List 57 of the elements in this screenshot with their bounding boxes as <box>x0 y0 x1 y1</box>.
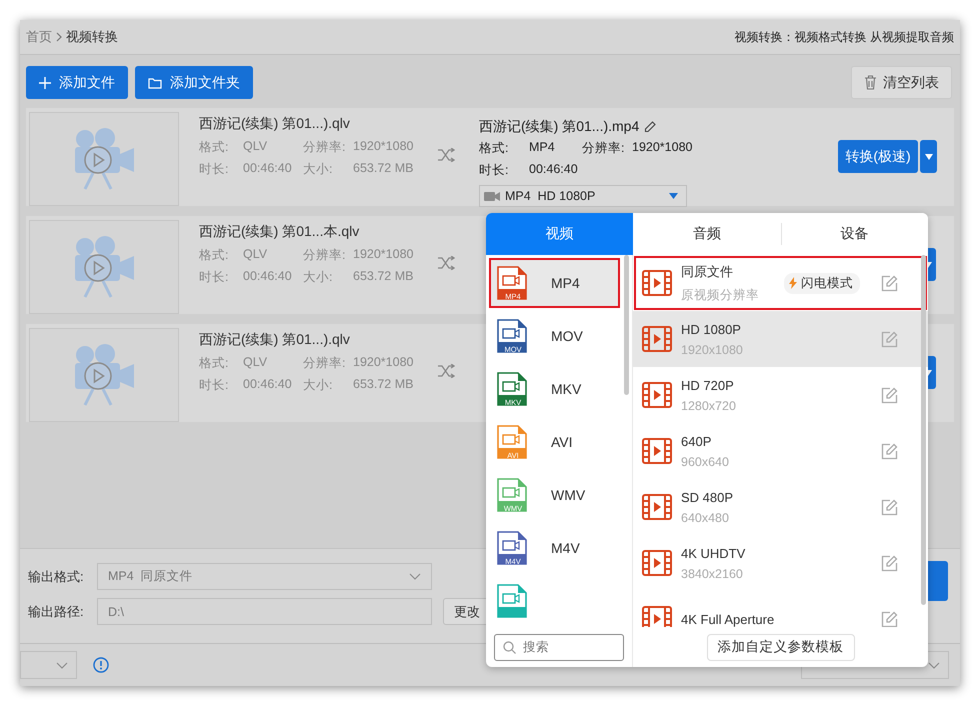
header-hint: 视频转换：视频格式转换 从视频提取音频 <box>734 28 954 46</box>
info-value: 00:46:40 <box>243 161 293 177</box>
preset-name: 同原文件 <box>681 262 734 280</box>
info-label: 时长: <box>479 162 510 179</box>
info-value: MP4 <box>529 140 556 156</box>
format-name: AVI <box>551 434 573 450</box>
info-value: 1920*1080 <box>353 355 414 371</box>
format-name: MP4 <box>551 275 580 291</box>
info-value: 1920*1080 <box>353 247 414 263</box>
info-value: QLV <box>243 247 268 263</box>
format-name: WMV <box>551 487 586 503</box>
info-value: 00:46:40 <box>243 377 293 393</box>
info-label: 分辨率: <box>303 139 346 156</box>
file-name: 西游记(续集) 第01...).qlv <box>199 115 351 133</box>
output-format-label: 输出格式: <box>28 568 85 586</box>
info-label: 格式: <box>199 247 230 264</box>
info-label: 时长: <box>199 269 230 286</box>
info-value: 00:46:40 <box>529 162 579 178</box>
info-label: 格式: <box>199 139 230 156</box>
output-path-label: 输出路径: <box>28 602 85 620</box>
info-label: 时长: <box>199 161 230 178</box>
file-name: 西游记(续集) 第01...本.qlv <box>199 223 360 241</box>
info-value: 653.72 MB <box>353 377 414 393</box>
preset-name: HD 720P <box>681 378 735 392</box>
preset-resolution: 1280x720 <box>681 398 737 412</box>
format-name: MKV <box>551 381 582 397</box>
info-label: 格式: <box>479 140 510 157</box>
info-value: 653.72 MB <box>353 161 414 177</box>
format-name: MOV <box>551 328 583 344</box>
info-label: 大小: <box>303 161 334 178</box>
info-label: 时长: <box>199 377 230 394</box>
preset-resolution: 960x640 <box>681 454 730 468</box>
info-value: 653.72 MB <box>353 269 414 285</box>
mode-badge: 闪电模式 <box>784 272 860 294</box>
info-label: 分辨率: <box>303 247 346 264</box>
info-label: 分辨率: <box>303 355 346 372</box>
info-label: 分辨率: <box>582 140 626 157</box>
info-value: QLV <box>243 355 268 371</box>
info-value: QLV <box>243 139 268 155</box>
file-name: 西游记(续集) 第01...).qlv <box>199 331 351 349</box>
preset-resolution: 3840x2160 <box>681 566 744 580</box>
preset-name: SD 480P <box>681 490 734 504</box>
preset-name: 4K UHDTV <box>681 546 746 560</box>
preset-resolution: 1920x1080 <box>681 342 744 356</box>
preset-name: 4K Full Aperture <box>681 612 776 626</box>
preset-resolution: 原视频分辨率 <box>681 286 760 304</box>
info-label: 大小: <box>303 269 334 286</box>
preset-resolution: 640x480 <box>681 510 730 524</box>
output-file-name: 西游记(续集) 第01...).mp4 <box>479 118 640 136</box>
info-value: 1920*1080 <box>353 139 414 155</box>
info-value: 00:46:40 <box>243 269 293 285</box>
info-label: 大小: <box>303 377 334 394</box>
format-name: M4V <box>551 540 580 556</box>
preset-name: 640P <box>681 434 712 448</box>
preset-name: HD 1080P <box>681 322 742 336</box>
info-label: 格式: <box>199 355 230 372</box>
info-value: 1920*1080 <box>632 140 694 156</box>
